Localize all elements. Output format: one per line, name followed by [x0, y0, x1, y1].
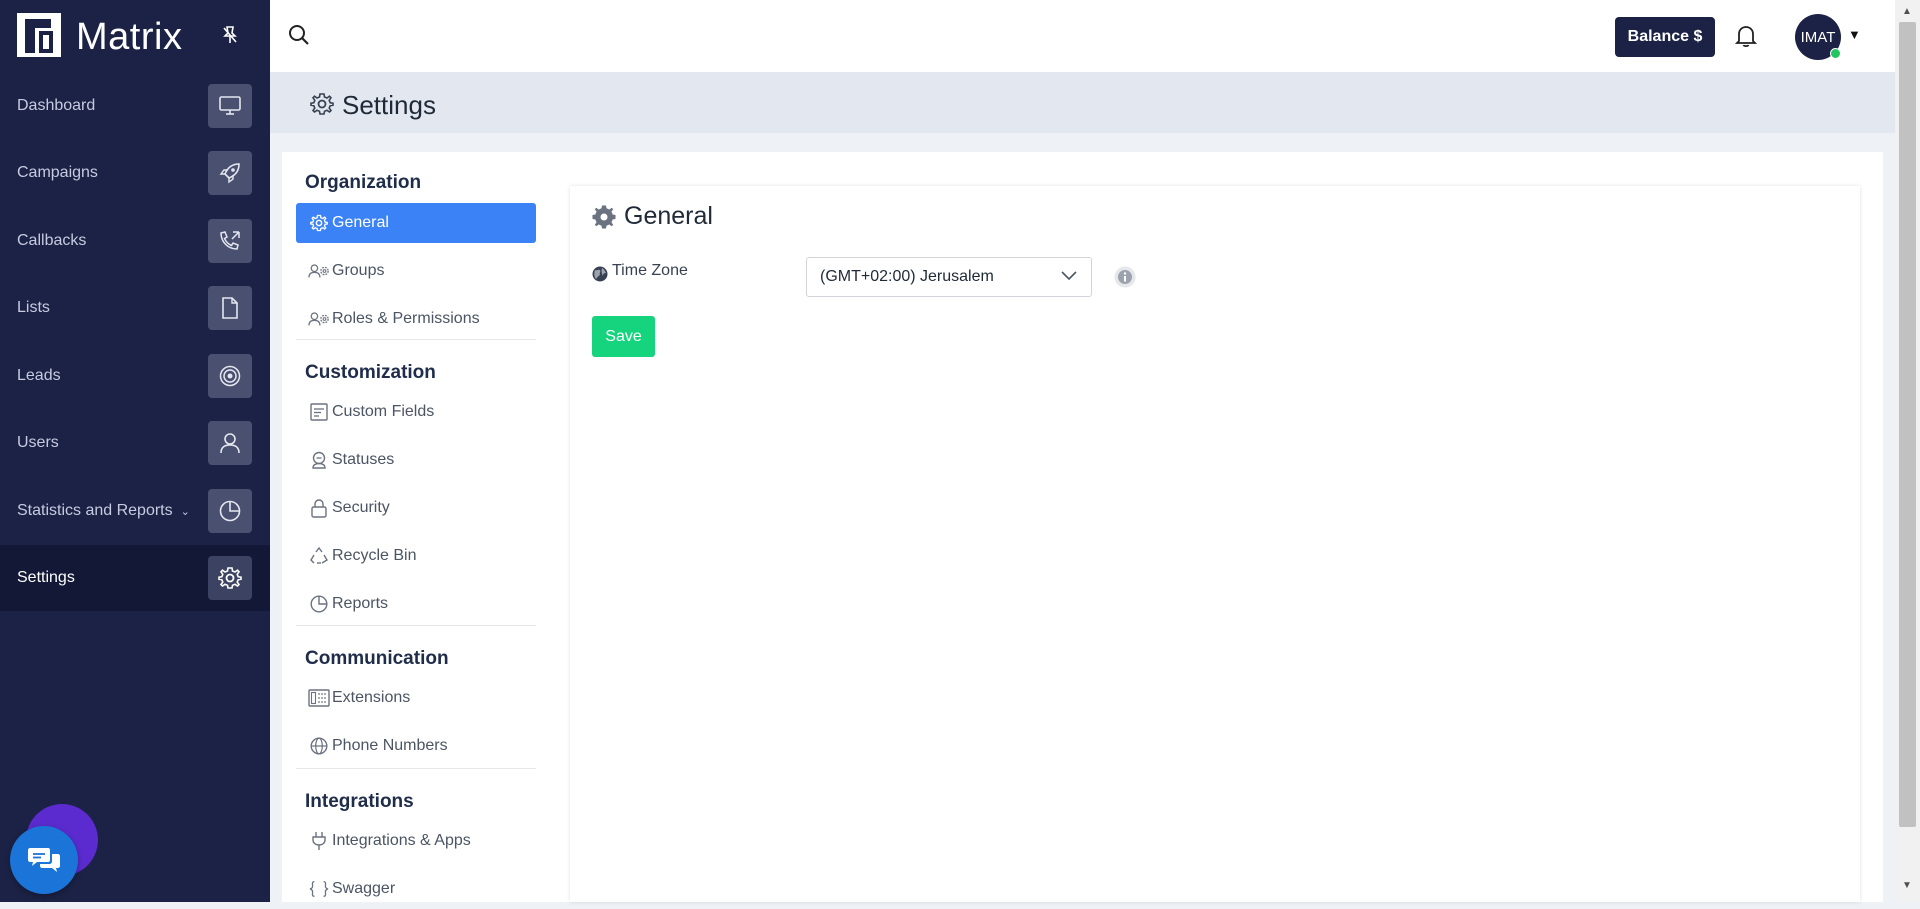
online-status-dot — [1830, 48, 1841, 59]
gear-icon — [310, 92, 334, 121]
pin-icon[interactable] — [222, 26, 238, 49]
subnav-item-label: Extensions — [332, 689, 411, 706]
bell-icon[interactable] — [1734, 24, 1758, 53]
form-icon — [308, 403, 330, 421]
subnav-item-label: General — [332, 214, 389, 231]
subnav-item-roles-permissions[interactable]: Roles & Permissions — [296, 299, 536, 339]
app-name: Matrix — [76, 16, 183, 58]
matrix-logo-icon[interactable] — [17, 13, 61, 57]
sidebar-item-campaigns[interactable]: Campaigns — [0, 140, 270, 206]
save-button[interactable]: Save — [592, 316, 655, 357]
globe-icon — [592, 266, 608, 287]
subnav-item-label: Swagger — [332, 880, 396, 897]
gear-icon — [592, 205, 616, 234]
subnav-item-label: Security — [332, 499, 390, 516]
sidebar-item-label: Users — [17, 434, 59, 451]
sidebar-item-label: Dashboard — [17, 97, 96, 114]
sidebar-item-label: Lists — [17, 299, 50, 316]
sidebar-item-label: Callbacks — [17, 232, 87, 249]
brand: Matrix — [0, 0, 270, 72]
subnav-item-label: Groups — [332, 262, 385, 279]
subnav-item-reports[interactable]: Reports — [296, 584, 536, 624]
subnav-item-swagger[interactable]: Swagger — [296, 869, 536, 909]
scroll-up-arrow-icon[interactable]: ▲ — [1902, 6, 1912, 17]
divider — [296, 625, 536, 626]
sidebar-item-label: Campaigns — [17, 164, 98, 181]
balance-button[interactable]: Balance $ — [1615, 17, 1715, 57]
sidebar-item-lists[interactable]: Lists — [0, 275, 270, 341]
sidebar-item-label: Settings — [17, 569, 75, 586]
subnav-item-integrations-apps[interactable]: Integrations & Apps — [296, 821, 536, 861]
sidebar-item-label: Leads — [17, 367, 61, 384]
gear-icon — [208, 556, 252, 600]
subnav-item-custom-fields[interactable]: Custom Fields — [296, 392, 536, 432]
status-icon — [308, 451, 330, 469]
subnav-item-label: Reports — [332, 595, 389, 612]
pie-chart-icon — [308, 595, 330, 613]
page-header: Settings — [270, 72, 1895, 133]
sidebar-item-leads[interactable]: Leads — [0, 343, 270, 409]
file-icon — [208, 286, 252, 330]
search-icon[interactable] — [288, 24, 310, 51]
lock-icon — [308, 498, 330, 518]
users-gear-icon — [308, 310, 330, 328]
section-title-customization: Customization — [305, 362, 436, 383]
chevron-down-icon: ⌄ — [180, 505, 190, 518]
sidebar-item-settings[interactable]: Settings — [0, 545, 270, 611]
subnav-item-security[interactable]: Security — [296, 488, 536, 528]
page-title: Settings — [342, 90, 436, 120]
timezone-select[interactable]: (GMT+02:00) Jerusalem — [806, 257, 1092, 297]
keypad-icon — [308, 689, 330, 707]
timezone-label: Time Zone — [612, 262, 688, 279]
sidebar-item-statistics-and-reports[interactable]: Statistics and Reports ⌄ — [0, 478, 270, 544]
subnav-item-extensions[interactable]: Extensions — [296, 678, 536, 718]
section-title-integrations: Integrations — [305, 791, 414, 812]
settings-card: Organization General Groups Roles & Perm… — [282, 152, 1883, 902]
subnav-item-label: Recycle Bin — [332, 547, 417, 564]
subnav-item-general[interactable]: General — [296, 203, 536, 243]
general-settings-panel: General Time Zone (GMT+02:00) Jerusalem … — [570, 186, 1860, 902]
info-icon[interactable] — [1114, 266, 1136, 293]
subnav-item-label: Statuses — [332, 451, 395, 468]
gear-icon — [308, 214, 330, 232]
chat-button[interactable] — [10, 826, 78, 894]
phone-callback-icon — [208, 219, 252, 263]
subnav-item-label: Roles & Permissions — [332, 310, 480, 327]
caret-down-icon[interactable]: ▼ — [1848, 27, 1861, 42]
section-title-communication: Communication — [305, 648, 449, 669]
chat-bubbles-icon — [28, 848, 60, 872]
scroll-down-arrow-icon[interactable]: ▼ — [1902, 880, 1912, 891]
top-bar: Balance $ IMAT ▼ — [270, 0, 1895, 72]
subnav-item-groups[interactable]: Groups — [296, 251, 536, 291]
user-icon — [208, 421, 252, 465]
page-scrollbar[interactable]: ▲ ▼ — [1895, 0, 1920, 902]
subnav-item-label: Phone Numbers — [332, 737, 448, 754]
pie-chart-icon — [208, 489, 252, 533]
sidebar: Matrix Dashboard Campaigns Callbacks Lis… — [0, 0, 270, 902]
users-gear-icon — [308, 262, 330, 280]
subnav-item-phone-numbers[interactable]: Phone Numbers — [296, 726, 536, 766]
rocket-icon — [208, 151, 252, 195]
sidebar-item-users[interactable]: Users — [0, 410, 270, 476]
sidebar-item-callbacks[interactable]: Callbacks — [0, 208, 270, 274]
subnav-item-recycle-bin[interactable]: Recycle Bin — [296, 536, 536, 576]
panel-title: General — [624, 202, 713, 230]
subnav-item-statuses[interactable]: Statuses — [296, 440, 536, 480]
section-title-organization: Organization — [305, 172, 422, 193]
divider — [296, 339, 536, 340]
braces-icon — [308, 880, 330, 898]
divider — [296, 768, 536, 769]
subnav-item-label: Custom Fields — [332, 403, 435, 420]
scrollbar-thumb[interactable] — [1899, 22, 1916, 827]
timezone-select-value: (GMT+02:00) Jerusalem — [820, 268, 994, 285]
chevron-down-icon — [1061, 268, 1077, 286]
target-icon — [208, 354, 252, 398]
monitor-icon — [208, 84, 252, 128]
plug-icon — [308, 831, 330, 851]
subnav-item-label: Integrations & Apps — [332, 832, 471, 849]
sidebar-item-dashboard[interactable]: Dashboard — [0, 73, 270, 139]
globe-icon — [308, 737, 330, 755]
sidebar-item-label: Statistics and Reports — [17, 502, 173, 519]
recycle-icon — [308, 547, 330, 565]
